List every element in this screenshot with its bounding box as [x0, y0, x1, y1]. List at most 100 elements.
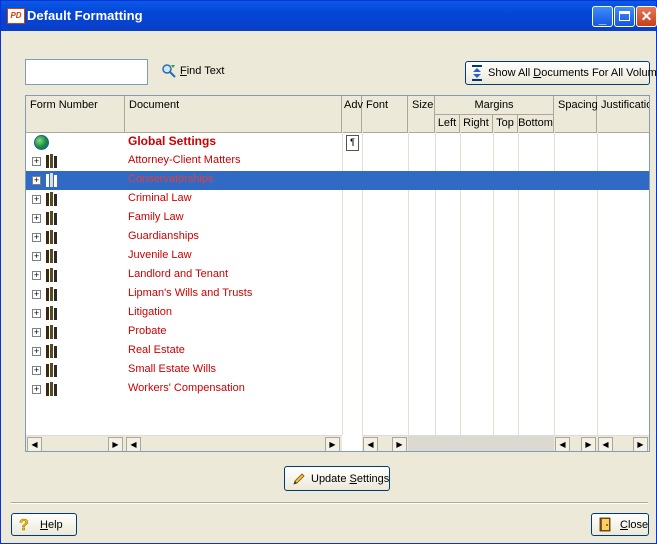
scroll-left-icon[interactable]: ◀ [126, 437, 141, 451]
table-row[interactable]: + Lipman's Wills and Trusts [26, 285, 649, 304]
minimize-button[interactable]: _ [592, 6, 613, 27]
column-header-left[interactable]: Left [435, 114, 460, 132]
advanced-settings-icon[interactable]: ¶ [346, 135, 359, 151]
expand-icon[interactable]: + [32, 252, 41, 261]
maximize-button[interactable] [614, 6, 635, 27]
column-header-top[interactable]: Top [493, 114, 518, 132]
expand-icon[interactable]: + [32, 195, 41, 204]
books-icon [46, 344, 57, 358]
tree-node: + [32, 230, 62, 245]
pencil-icon [293, 473, 305, 485]
help-label: Help [40, 519, 63, 531]
table-row[interactable]: + Landlord and Tenant [26, 266, 649, 285]
column-header-justification[interactable]: Justification [597, 96, 649, 132]
maximize-icon [619, 11, 630, 21]
tree-node: + [32, 249, 62, 264]
document-cell: Global Settings [128, 134, 217, 148]
document-cell: Lipman's Wills and Trusts [128, 287, 253, 299]
table-row[interactable]: + Small Estate Wills [26, 361, 649, 380]
show-all-documents-button[interactable]: Show All Documents For All Volumes [465, 61, 657, 85]
expand-icon[interactable]: + [32, 214, 41, 223]
books-icon [46, 363, 57, 377]
expand-icon[interactable]: + [32, 290, 41, 299]
close-button[interactable]: Close [591, 513, 649, 536]
table-row[interactable]: + Attorney-Client Matters [26, 152, 649, 171]
column-header-bottom[interactable]: Bottom [518, 114, 554, 132]
formatting-grid[interactable]: Form Number Document Adv Font Size Margi… [25, 95, 650, 452]
scroll-right-icon[interactable]: ▶ [633, 437, 648, 451]
show-all-documents-label: Show All Documents For All Volumes [488, 67, 657, 79]
document-cell: Landlord and Tenant [128, 268, 229, 280]
table-row[interactable]: + Guardianships [26, 228, 649, 247]
table-row[interactable]: + Workers' Compensation [26, 380, 649, 399]
expand-icon[interactable]: + [32, 328, 41, 337]
expand-icon[interactable]: + [32, 309, 41, 318]
justification-scrollbar[interactable]: ◀ ▶ [597, 435, 649, 451]
table-row-selected[interactable]: + Conservatorships [26, 171, 649, 190]
minimize-icon: _ [598, 10, 607, 26]
find-text-label: Find Text [180, 65, 225, 77]
expand-icon[interactable]: + [32, 366, 41, 375]
column-header-form-number[interactable]: Form Number [26, 96, 125, 132]
document-cell: Small Estate Wills [128, 363, 217, 375]
margins-scrollbar[interactable] [408, 435, 554, 451]
column-header-margins: Margins [435, 96, 554, 114]
books-icon [46, 249, 57, 263]
scroll-right-icon[interactable]: ▶ [108, 437, 123, 451]
tree-node: + [32, 192, 62, 207]
table-row[interactable]: Global Settings ¶ [26, 133, 649, 152]
table-row[interactable]: + Criminal Law [26, 190, 649, 209]
grid-header: Form Number Document Adv Font Size Margi… [26, 96, 649, 133]
table-row[interactable]: + Litigation [26, 304, 649, 323]
document-scrollbar[interactable]: ◀ ▶ [125, 435, 342, 451]
scroll-right-icon[interactable]: ▶ [325, 437, 340, 451]
font-scrollbar[interactable]: ◀ ▶ [362, 435, 408, 451]
table-row[interactable]: + Probate [26, 323, 649, 342]
books-icon [46, 287, 57, 301]
books-icon [46, 211, 57, 225]
scroll-left-icon[interactable]: ◀ [555, 437, 570, 451]
expand-icon[interactable]: + [32, 233, 41, 242]
column-header-right[interactable]: Right [460, 114, 493, 132]
document-cell: Litigation [128, 306, 173, 318]
find-text-input[interactable] [25, 59, 148, 85]
close-window-button[interactable]: ✕ [636, 6, 657, 27]
expand-icon[interactable]: + [32, 385, 41, 394]
tree-node: + [32, 306, 62, 321]
tree-node: + [32, 211, 62, 226]
column-header-spacing[interactable]: Spacing [554, 96, 598, 132]
column-header-size[interactable]: Size [408, 96, 435, 132]
books-icon [46, 325, 57, 339]
document-cell: Attorney-Client Matters [128, 154, 241, 166]
close-label: Close [620, 519, 649, 531]
svg-text:?: ? [19, 517, 29, 533]
scroll-right-icon[interactable]: ▶ [581, 437, 596, 451]
scroll-right-icon[interactable]: ▶ [392, 437, 407, 451]
title-bar[interactable]: PD Default Formatting _ ✕ [1, 1, 657, 31]
scroll-left-icon[interactable]: ◀ [598, 437, 613, 451]
expand-all-icon [472, 65, 482, 81]
table-row[interactable]: + Family Law [26, 209, 649, 228]
books-icon [46, 306, 57, 320]
expand-icon[interactable]: + [32, 271, 41, 280]
column-header-font[interactable]: Font [362, 96, 408, 132]
update-settings-button[interactable]: Update Settings [284, 466, 390, 491]
column-header-document[interactable]: Document [125, 96, 342, 132]
books-icon [46, 268, 57, 282]
expand-icon[interactable]: + [32, 176, 41, 185]
document-cell: Juvenile Law [128, 249, 192, 261]
find-text-button[interactable]: Find Text [161, 63, 224, 81]
help-button[interactable]: ? Help [11, 513, 77, 536]
expand-icon[interactable]: + [32, 347, 41, 356]
find-icon [162, 64, 176, 78]
scroll-left-icon[interactable]: ◀ [363, 437, 378, 451]
column-header-adv[interactable]: Adv [342, 96, 363, 132]
form-number-scrollbar[interactable]: ◀ ▶ [26, 435, 125, 451]
default-formatting-window: PD Default Formatting _ ✕ Find Text Show… [0, 0, 657, 544]
expand-icon[interactable]: + [32, 157, 41, 166]
scroll-left-icon[interactable]: ◀ [27, 437, 42, 451]
spacing-scrollbar[interactable]: ◀ ▶ [554, 435, 597, 451]
table-row[interactable]: + Real Estate [26, 342, 649, 361]
table-row[interactable]: + Juvenile Law [26, 247, 649, 266]
tree-node: + [32, 287, 62, 302]
